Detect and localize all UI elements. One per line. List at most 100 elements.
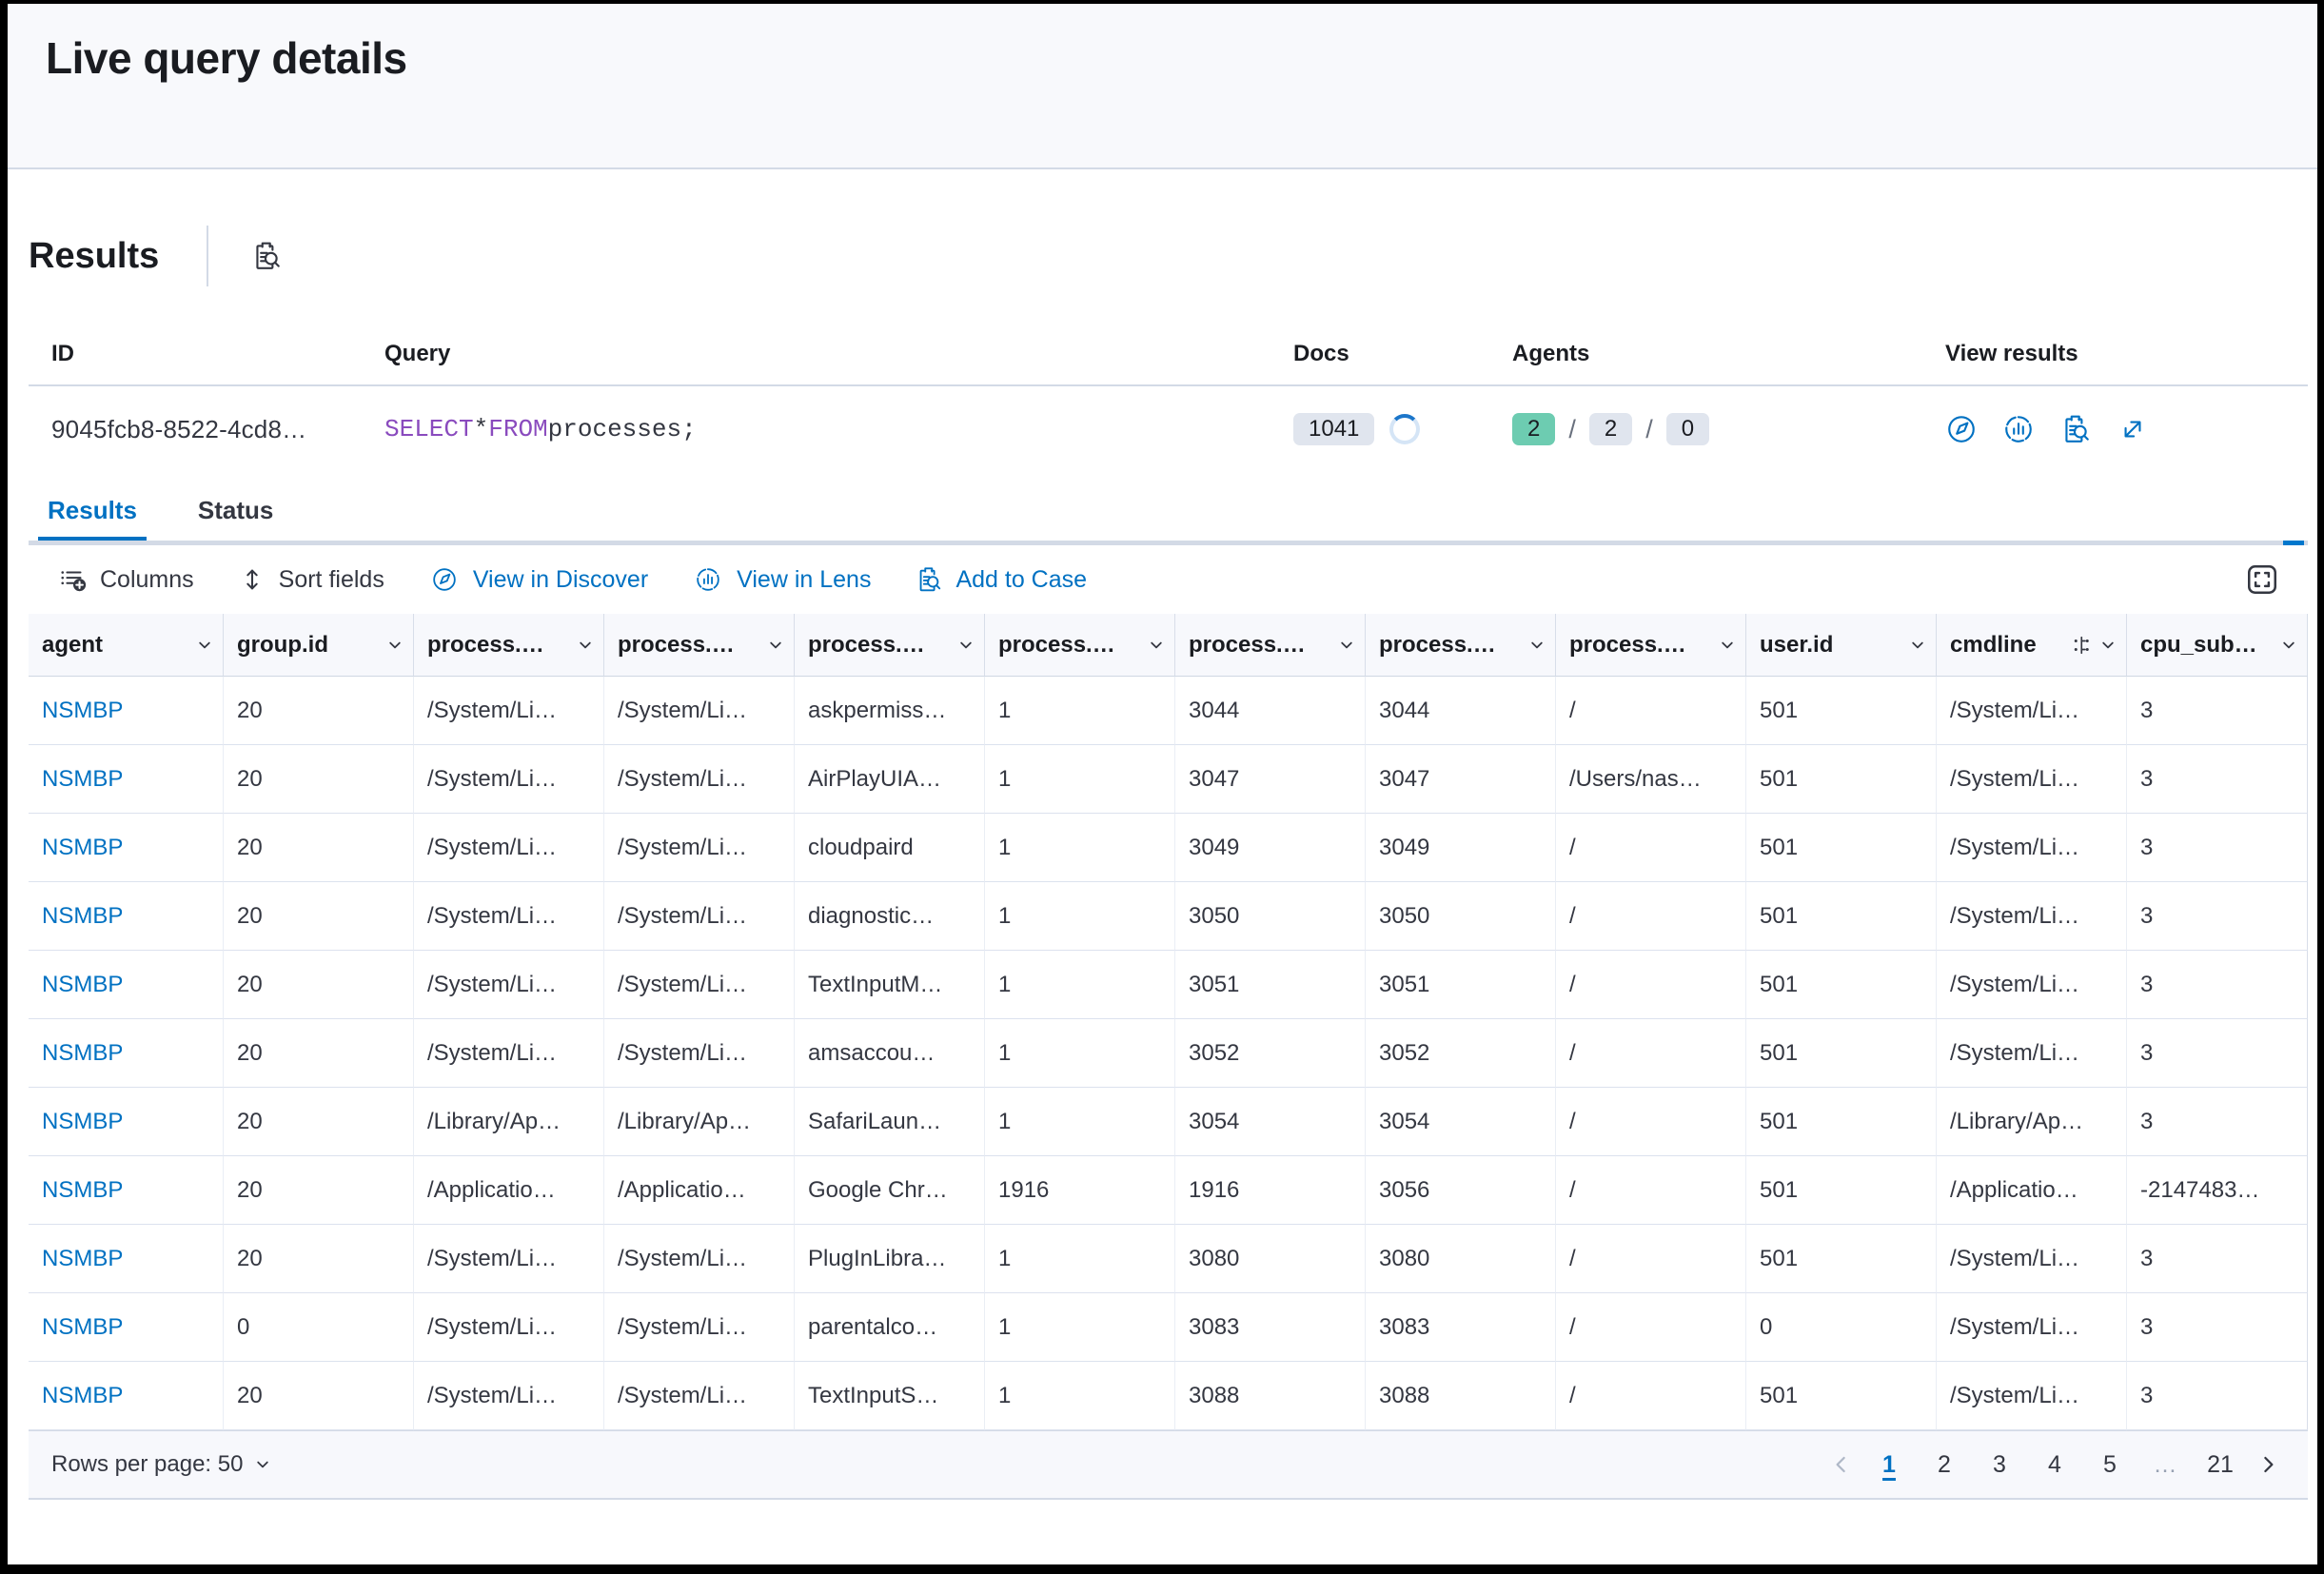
column-header-label: process.…: [1189, 632, 1332, 659]
results-heading: Results: [29, 236, 159, 277]
sort-fields-button[interactable]: Sort fields: [238, 565, 384, 594]
page-number-button[interactable]: 4: [2034, 1444, 2076, 1485]
chevron-down-icon[interactable]: [2098, 635, 2118, 656]
agent-link[interactable]: NSMBP: [42, 698, 123, 724]
grid-cell: 1: [985, 1019, 1175, 1088]
agent-link[interactable]: NSMBP: [42, 1246, 123, 1272]
chevron-down-icon[interactable]: [575, 635, 596, 656]
agent-link[interactable]: NSMBP: [42, 1109, 123, 1135]
agent-link[interactable]: NSMBP: [42, 766, 123, 793]
discover-action-button[interactable]: [1945, 413, 1978, 445]
results-heading-row: Results: [29, 221, 2308, 291]
grid-column-header[interactable]: process.…: [604, 614, 795, 677]
column-header-label: process.…: [998, 632, 1142, 659]
agent-link[interactable]: NSMBP: [42, 1177, 123, 1204]
grid-cell: 1: [985, 745, 1175, 814]
grid-column-header[interactable]: process.…: [414, 614, 604, 677]
grid-cell: 1: [985, 1362, 1175, 1430]
grid-cell: 3054: [1366, 1088, 1556, 1156]
view-in-lens-button[interactable]: View in Lens: [692, 563, 871, 596]
grid-column-header[interactable]: process.…: [1366, 614, 1556, 677]
grid-cell: /: [1556, 1225, 1746, 1293]
page-number-button[interactable]: 21: [2199, 1444, 2241, 1485]
inspect-button[interactable]: [250, 240, 283, 272]
grid-cell: NSMBP: [29, 1088, 224, 1156]
chevron-down-icon[interactable]: [1717, 635, 1738, 656]
grid-column-header[interactable]: agent: [29, 614, 224, 677]
grid-column-header[interactable]: process.…: [1556, 614, 1746, 677]
chevron-down-icon[interactable]: [384, 635, 405, 656]
grid-column-header[interactable]: user.id: [1746, 614, 1937, 677]
agent-link[interactable]: NSMBP: [42, 1040, 123, 1067]
grid-cell: 501: [1746, 814, 1937, 882]
agent-link[interactable]: NSMBP: [42, 972, 123, 998]
grid-column-header[interactable]: cpu_sub…: [2127, 614, 2308, 677]
chevron-down-icon[interactable]: [1907, 635, 1928, 656]
column-actions-icon[interactable]: [2071, 634, 2094, 657]
previous-page-button[interactable]: [1828, 1451, 1855, 1478]
grid-column-header[interactable]: group.id: [224, 614, 414, 677]
chevron-down-icon[interactable]: [2278, 635, 2299, 656]
chevron-down-icon[interactable]: [955, 635, 976, 656]
lens-action-button[interactable]: [2002, 413, 2035, 445]
page-number-button[interactable]: 5: [2089, 1444, 2131, 1485]
table-row: NSMBP20/System/Li…/System/Li…PlugInLibra…: [29, 1225, 2308, 1293]
grid-cell: cloudpaird: [795, 814, 985, 882]
grid-cell: NSMBP: [29, 1293, 224, 1362]
column-header-label: process.…: [808, 632, 952, 659]
grid-cell: 3083: [1366, 1293, 1556, 1362]
grid-column-header[interactable]: process.…: [1175, 614, 1366, 677]
grid-cell: 1: [985, 882, 1175, 951]
table-row: NSMBP20/System/Li…/System/Li…cloudpaird1…: [29, 814, 2308, 882]
lens-icon: [2002, 413, 2035, 445]
table-row: NSMBP20/Library/Ap…/Library/Ap…SafariLau…: [29, 1088, 2308, 1156]
agent-link[interactable]: NSMBP: [42, 835, 123, 861]
table-row: NSMBP20/System/Li…/System/Li…amsaccou…13…: [29, 1019, 2308, 1088]
docs-cell: 1041: [1270, 386, 1489, 474]
open-action-button[interactable]: [2117, 413, 2149, 445]
results-data-grid: agent group.id process.… process.… proce…: [29, 614, 2308, 1431]
chevron-down-icon[interactable]: [1336, 635, 1357, 656]
rows-per-page-button[interactable]: Rows per page: 50: [51, 1451, 273, 1478]
page-number-button[interactable]: 1: [1868, 1444, 1910, 1485]
grid-cell: 3052: [1366, 1019, 1556, 1088]
loading-spinner: [1389, 414, 1420, 444]
agent-link[interactable]: NSMBP: [42, 1383, 123, 1409]
column-header-label: user.id: [1760, 632, 1903, 659]
grid-cell: 20: [224, 814, 414, 882]
chevron-down-icon[interactable]: [765, 635, 786, 656]
page-number-button[interactable]: 3: [1979, 1444, 2020, 1485]
grid-cell: /Library/Ap…: [604, 1088, 795, 1156]
grid-cell: parentalco…: [795, 1293, 985, 1362]
grid-cell: /: [1556, 1156, 1746, 1225]
grid-header-row: agent group.id process.… process.… proce…: [29, 614, 2308, 677]
grid-cell: 20: [224, 951, 414, 1019]
next-page-button[interactable]: [2255, 1451, 2281, 1478]
grid-cell: 501: [1746, 1019, 1937, 1088]
agent-link[interactable]: NSMBP: [42, 903, 123, 930]
grid-cell: 0: [224, 1293, 414, 1362]
tab-bar: Results Status: [29, 480, 2308, 541]
table-row: NSMBP20/System/Li…/System/Li…TextInputM……: [29, 951, 2308, 1019]
chevron-down-icon[interactable]: [194, 635, 215, 656]
add-to-case-button[interactable]: Add to Case: [915, 565, 1087, 594]
tab-results[interactable]: Results: [38, 480, 147, 541]
grid-column-header[interactable]: cmdline: [1937, 614, 2127, 677]
grid-cell: NSMBP: [29, 882, 224, 951]
grid-cell: 20: [224, 882, 414, 951]
grid-column-header[interactable]: process.…: [795, 614, 985, 677]
grid-cell: 3049: [1366, 814, 1556, 882]
grid-cell: /: [1556, 1362, 1746, 1430]
columns-button[interactable]: Columns: [59, 565, 194, 594]
grid-cell: TextInputM…: [795, 951, 985, 1019]
view-in-discover-button[interactable]: View in Discover: [428, 563, 648, 596]
page-number-button[interactable]: 2: [1923, 1444, 1965, 1485]
grid-cell: 501: [1746, 951, 1937, 1019]
chevron-down-icon[interactable]: [1146, 635, 1167, 656]
fullscreen-button[interactable]: [2243, 561, 2281, 599]
grid-column-header[interactable]: process.…: [985, 614, 1175, 677]
inspect-action-button[interactable]: [2059, 413, 2092, 445]
tab-status[interactable]: Status: [188, 480, 283, 541]
chevron-down-icon[interactable]: [1526, 635, 1547, 656]
agent-link[interactable]: NSMBP: [42, 1314, 123, 1341]
